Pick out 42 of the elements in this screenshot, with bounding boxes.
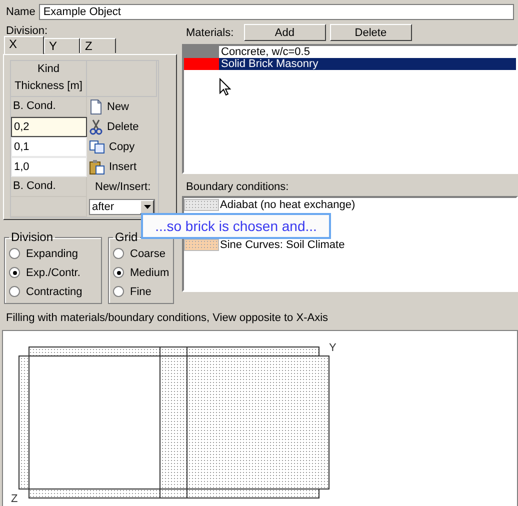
- clipboard-icon: [89, 159, 105, 175]
- new-insert-label: New/Insert:: [95, 181, 151, 193]
- table-cell: B. Cond.: [11, 177, 87, 197]
- document-icon: [89, 99, 103, 115]
- radio-option[interactable]: Exp./Contr.: [9, 263, 97, 282]
- column-header: Kind Thickness [m]: [11, 61, 87, 97]
- thickness-field[interactable]: 1,0: [11, 157, 87, 177]
- boundary-item[interactable]: Adiabat (no heat exchange): [184, 198, 516, 211]
- tooltip: ...so brick is chosen and...: [141, 213, 331, 239]
- view-label: Filling with materials/boundary conditions, View opposite to X-Axis: [5, 311, 330, 326]
- division-label: Division:: [5, 24, 49, 37]
- thickness-field[interactable]: 0,2: [11, 117, 87, 137]
- material-item[interactable]: Concrete, w/c=0.5: [184, 46, 516, 58]
- axis-label: Z: [11, 493, 18, 505]
- radio-option[interactable]: Coarse: [113, 244, 170, 263]
- axis-label: Y: [329, 342, 336, 354]
- boundary-label: Boundary conditions:: [185, 180, 290, 195]
- radio-option[interactable]: Fine: [113, 282, 170, 301]
- name-field[interactable]: Example Object: [39, 4, 514, 20]
- material-button[interactable]: Delete: [330, 24, 412, 41]
- axis-tab[interactable]: Z: [80, 38, 116, 53]
- dropdown-arrow-icon: [144, 205, 150, 209]
- scissors-icon: [89, 119, 103, 135]
- radio-option[interactable]: Contracting: [9, 282, 97, 301]
- new-button[interactable]: New: [89, 99, 130, 115]
- name-label: Name: [6, 6, 36, 18]
- materials-label: Materials:: [186, 26, 234, 38]
- group-title: Division: [10, 230, 54, 244]
- copy-icon: [89, 140, 105, 154]
- axis-tab[interactable]: X: [4, 36, 44, 54]
- radio-option[interactable]: Medium: [113, 263, 170, 282]
- insert-button[interactable]: Insert: [89, 159, 137, 175]
- group-title: Grid: [114, 230, 139, 244]
- thickness-field[interactable]: 0,1: [11, 137, 87, 157]
- material-button[interactable]: Add: [244, 24, 326, 41]
- copy-button[interactable]: Copy: [89, 140, 135, 154]
- position-dropdown[interactable]: after: [89, 199, 155, 215]
- axis-tab[interactable]: Y: [44, 38, 80, 53]
- delete-button[interactable]: Delete: [89, 119, 139, 135]
- radio-option[interactable]: Expanding: [9, 244, 97, 263]
- boundary-item[interactable]: Sine Curves: Soil Climate: [184, 238, 516, 251]
- cursor-icon: [219, 78, 231, 96]
